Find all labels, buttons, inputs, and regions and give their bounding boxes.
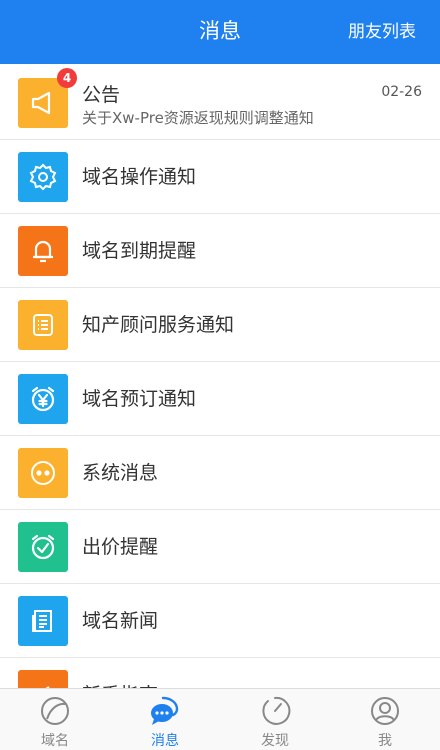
message-row-system[interactable]: 系统消息: [0, 436, 440, 510]
news-icon: [18, 596, 68, 646]
tab-label: 域名: [41, 733, 69, 749]
message-list: 4 公告 关于Xw-Pre资源返现规则调整通知 02-26 域名操作通知 域名到…: [0, 64, 440, 688]
message-row-bid-reminder[interactable]: 出价提醒: [0, 510, 440, 584]
compass-icon: [262, 696, 291, 725]
guide-icon: [18, 670, 68, 688]
tab-me[interactable]: 我: [330, 689, 440, 750]
gear-icon: [18, 152, 68, 202]
message-title: 域名操作通知: [82, 166, 197, 188]
yen-clock-icon: [18, 374, 68, 424]
chat-icon: [151, 696, 179, 725]
message-row-ip-advisor[interactable]: 知产顾问服务通知: [0, 288, 440, 362]
dots-icon: [18, 448, 68, 498]
tab-label: 消息: [151, 733, 179, 749]
bottom-tab-bar: 域名 消息 发现 我: [0, 688, 440, 750]
message-title: 域名到期提醒: [82, 240, 197, 262]
message-time: 02-26: [381, 84, 422, 100]
message-row-domain-booking[interactable]: 域名预订通知: [0, 362, 440, 436]
user-icon: [371, 697, 399, 725]
message-row-domain-expiry[interactable]: 域名到期提醒: [0, 214, 440, 288]
friend-list-button[interactable]: 朋友列表: [348, 0, 416, 64]
message-title: 新手指南: [82, 680, 158, 688]
check-clock-icon: [18, 522, 68, 572]
message-title: 公告: [82, 84, 121, 106]
tab-messages[interactable]: 消息: [110, 689, 220, 750]
tab-label: 我: [378, 733, 392, 749]
tab-discover[interactable]: 发现: [220, 689, 330, 750]
message-row-announcement[interactable]: 4 公告 关于Xw-Pre资源返现规则调整通知 02-26: [0, 64, 440, 140]
message-row-beginner-guide[interactable]: 新手指南: [0, 658, 440, 688]
message-title: 出价提醒: [82, 536, 159, 558]
message-row-domain-operation[interactable]: 域名操作通知: [0, 140, 440, 214]
top-bar: 消息 朋友列表: [0, 0, 440, 64]
message-title: 域名新闻: [82, 610, 159, 632]
tab-label: 发现: [261, 733, 289, 749]
bell-icon: [18, 226, 68, 276]
list-icon: [18, 300, 68, 350]
message-title: 域名预订通知: [82, 388, 197, 410]
domain-icon: [41, 697, 69, 725]
message-row-domain-news[interactable]: 域名新闻: [0, 584, 440, 658]
message-title: 知产顾问服务通知: [82, 314, 235, 336]
message-subtitle: 关于Xw-Pre资源返现规则调整通知: [82, 109, 314, 127]
unread-badge: 4: [57, 68, 77, 88]
tab-domain[interactable]: 域名: [0, 689, 110, 750]
message-title: 系统消息: [82, 462, 159, 484]
